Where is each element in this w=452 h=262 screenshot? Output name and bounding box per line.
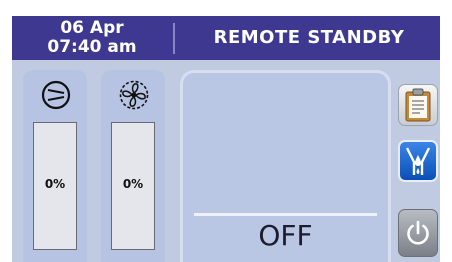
compressor-gauge: 0%	[33, 122, 77, 250]
compressor-column: 0%	[23, 70, 87, 262]
main-divider	[194, 213, 377, 216]
date-text: 06 Apr	[60, 18, 124, 38]
datetime-display: 06 Apr 07:40 am	[12, 16, 172, 60]
header-bar: 06 Apr 07:40 am REMOTE STANDBY	[12, 16, 440, 60]
fan-icon	[119, 80, 149, 110]
main-status-panel: OFF	[180, 70, 391, 262]
power-button[interactable]	[398, 209, 438, 257]
time-text: 07:40 am	[47, 37, 137, 57]
fluid-valve-icon	[405, 147, 431, 175]
fan-gauge: 0%	[111, 122, 155, 250]
clipboard-button[interactable]	[398, 84, 438, 126]
main-state-text: OFF	[258, 219, 313, 252]
power-icon	[407, 220, 429, 245]
fan-value: 0%	[122, 177, 144, 191]
compressor-icon	[41, 80, 71, 110]
header-divider	[173, 23, 175, 54]
compressor-value: 0%	[44, 177, 66, 191]
clipboard-icon	[405, 88, 431, 122]
status-text: REMOTE STANDBY	[213, 27, 405, 48]
fluid-valve-button[interactable]	[398, 140, 438, 182]
fan-column: 0%	[101, 70, 165, 262]
